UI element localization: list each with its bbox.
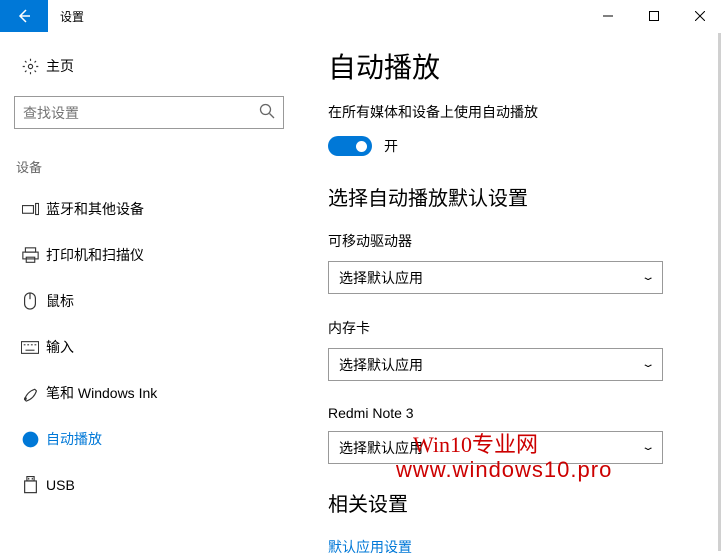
toggle-switch[interactable] <box>328 136 372 156</box>
maximize-button[interactable] <box>631 0 677 32</box>
toggle-label: 开 <box>384 136 398 156</box>
select-memorycard[interactable]: 选择默认应用 ⌄ <box>328 348 663 381</box>
sidebar-item-typing[interactable]: 输入 <box>14 324 284 370</box>
sidebar-item-pen[interactable]: 笔和 Windows Ink <box>14 370 284 416</box>
home-link[interactable]: 主页 <box>14 50 284 82</box>
sidebar-item-label: USB <box>46 477 75 493</box>
window-title: 设置 <box>48 8 585 25</box>
home-label: 主页 <box>46 56 74 76</box>
sidebar: 主页 设备 蓝牙和其他设备 打印机和扫描仪 鼠标 输入 <box>0 32 298 559</box>
sidebar-item-usb[interactable]: USB <box>14 462 284 508</box>
sidebar-item-autoplay[interactable]: 自动播放 <box>14 416 284 462</box>
minimize-button[interactable] <box>585 0 631 32</box>
usb-icon <box>16 476 44 494</box>
gear-icon <box>16 58 44 75</box>
printer-icon <box>16 247 44 264</box>
field-label-memorycard: 内存卡 <box>328 318 697 338</box>
chevron-down-icon: ⌄ <box>640 272 655 283</box>
close-button[interactable] <box>677 0 723 32</box>
sidebar-item-label: 自动播放 <box>46 429 102 449</box>
search-box[interactable] <box>14 96 284 129</box>
sidebar-item-label: 鼠标 <box>46 291 74 311</box>
select-removable[interactable]: 选择默认应用 ⌄ <box>328 261 663 294</box>
sidebar-item-label: 笔和 Windows Ink <box>46 383 157 403</box>
select-redmi[interactable]: 选择默认应用 ⌄ <box>328 431 663 464</box>
related-link[interactable]: 默认应用设置 <box>328 537 697 557</box>
keyboard-icon <box>16 341 44 354</box>
select-value: 选择默认应用 <box>339 355 423 375</box>
chevron-down-icon: ⌄ <box>640 359 655 370</box>
mouse-icon <box>16 292 44 310</box>
chevron-down-icon: ⌄ <box>640 442 655 453</box>
sidebar-item-bluetooth[interactable]: 蓝牙和其他设备 <box>14 186 284 232</box>
autoplay-toggle[interactable]: 开 <box>328 136 697 156</box>
sidebar-item-label: 打印机和扫描仪 <box>46 245 144 265</box>
pen-icon <box>16 385 44 402</box>
content-area: 主页 设备 蓝牙和其他设备 打印机和扫描仪 鼠标 输入 <box>0 32 723 559</box>
sidebar-item-printers[interactable]: 打印机和扫描仪 <box>14 232 284 278</box>
sidebar-item-label: 输入 <box>46 337 74 357</box>
autoplay-icon <box>16 431 44 448</box>
sidebar-item-label: 蓝牙和其他设备 <box>46 199 144 219</box>
titlebar: 设置 <box>0 0 723 32</box>
scrollbar[interactable] <box>718 33 721 551</box>
select-value: 选择默认应用 <box>339 268 423 288</box>
section-heading: 选择自动播放默认设置 <box>328 182 697 211</box>
nav-items: 蓝牙和其他设备 打印机和扫描仪 鼠标 输入 笔和 Windows Ink 自动播… <box>14 186 284 508</box>
arrow-left-icon <box>16 8 32 24</box>
field-label-redmi: Redmi Note 3 <box>328 405 697 421</box>
toggle-description: 在所有媒体和设备上使用自动播放 <box>328 102 697 122</box>
group-label: 设备 <box>14 157 284 176</box>
search-input[interactable] <box>23 105 259 121</box>
search-icon <box>259 103 275 122</box>
related-heading: 相关设置 <box>328 488 697 517</box>
select-value: 选择默认应用 <box>339 438 423 458</box>
field-label-removable: 可移动驱动器 <box>328 231 697 251</box>
page-title: 自动播放 <box>328 46 697 86</box>
back-button[interactable] <box>0 0 48 32</box>
toggle-knob <box>356 141 367 152</box>
main-panel: 自动播放 在所有媒体和设备上使用自动播放 开 选择自动播放默认设置 可移动驱动器… <box>298 32 723 559</box>
window-controls <box>585 0 723 32</box>
sidebar-item-mouse[interactable]: 鼠标 <box>14 278 284 324</box>
device-icon <box>16 202 44 216</box>
